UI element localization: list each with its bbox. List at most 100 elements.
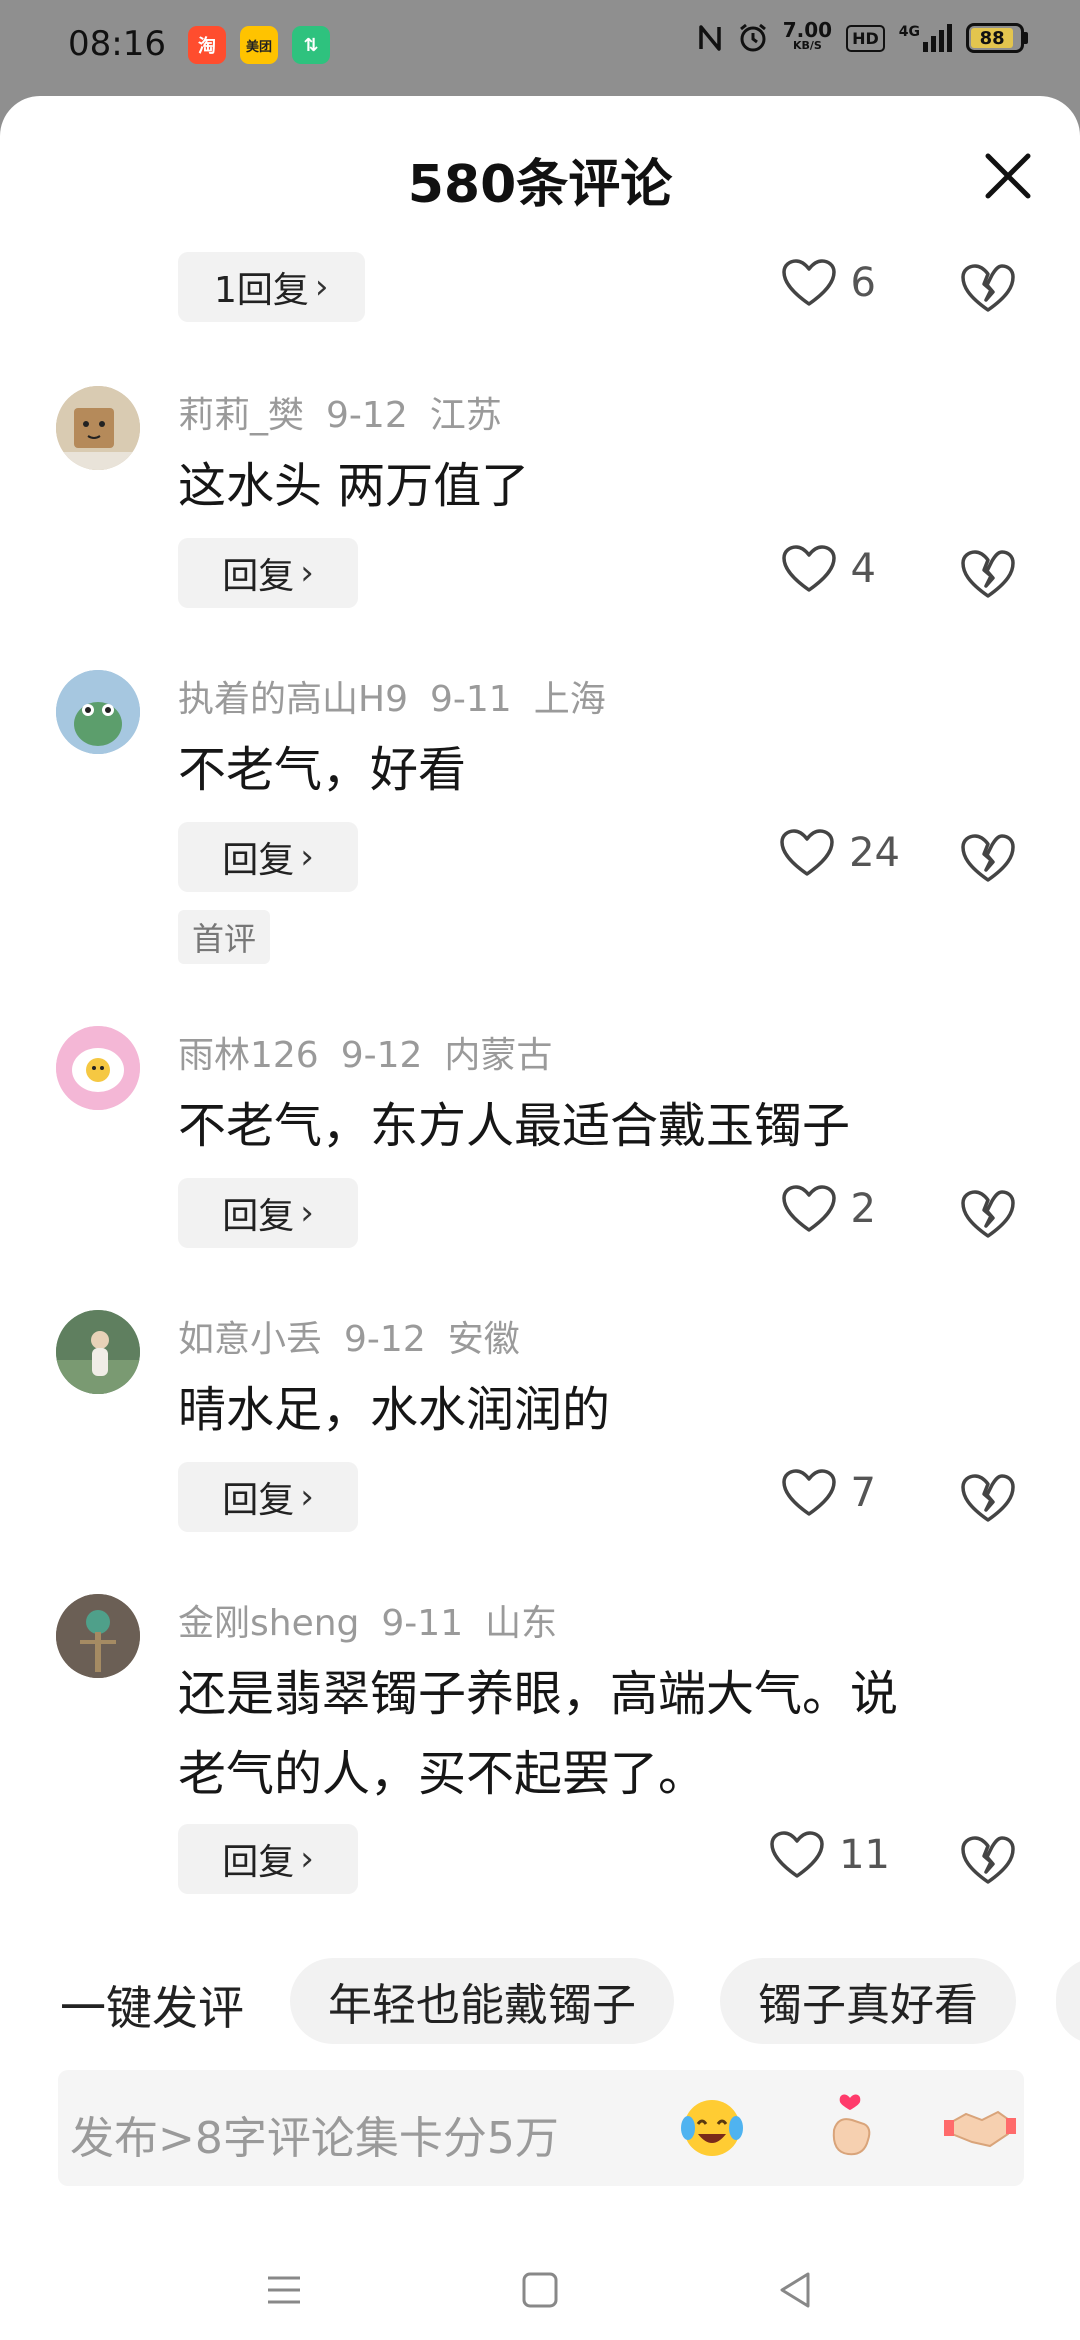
avatar[interactable]	[56, 670, 140, 754]
heart-icon[interactable]	[781, 258, 837, 308]
reply-button[interactable]: 1回复 ›	[178, 252, 365, 322]
back-icon[interactable]	[766, 2260, 826, 2320]
close-icon[interactable]	[978, 146, 1038, 206]
broken-heart-icon[interactable]	[960, 548, 1016, 600]
comment-meta: 莉莉_樊 9-12 江苏	[178, 386, 524, 438]
comment-date: 9-11	[381, 1603, 464, 1644]
comment-location: 上海	[533, 679, 606, 720]
heart-icon[interactable]	[781, 1184, 837, 1234]
battery-icon: 88	[966, 23, 1028, 53]
reply-button[interactable]: 回复 ›	[178, 1178, 358, 1248]
broken-heart-icon[interactable]	[960, 1188, 1016, 1240]
heart-icon[interactable]	[781, 544, 837, 594]
chevron-right-icon: ›	[300, 1193, 314, 1233]
like-count: 24	[849, 830, 900, 876]
like-group[interactable]: 4	[781, 544, 876, 594]
like-count: 7	[850, 1470, 876, 1516]
like-group[interactable]: 11	[769, 1830, 890, 1880]
comment-input[interactable]: 发布>8字评论集卡分5万	[58, 2070, 1024, 2186]
quick-comment-chip-partial[interactable]	[1056, 1958, 1080, 2044]
username[interactable]: 莉莉_樊	[178, 395, 304, 436]
laughing-crying-emoji[interactable]	[674, 2090, 750, 2166]
heart-icon[interactable]	[779, 828, 835, 878]
comment-text-line: 老气的人，买不起罢了。	[178, 1746, 707, 1802]
input-placeholder: 发布>8字评论集卡分5万	[70, 2113, 559, 2164]
reply-button[interactable]: 回复 ›	[178, 538, 358, 608]
broken-heart-icon[interactable]	[960, 262, 1016, 314]
comment-text: 还是翡翠镯子养眼，高端大气。说 老气的人，买不起罢了。	[178, 1654, 1008, 1814]
comment-location: 江苏	[429, 395, 502, 436]
chevron-right-icon: ›	[300, 553, 314, 593]
comment-location: 内蒙古	[444, 1035, 553, 1076]
comment-meta: 如意小丢 9-12 安徽	[178, 1310, 542, 1362]
comment-text: 不老气，好看	[178, 742, 467, 798]
like-count: 4	[850, 546, 876, 592]
like-count: 2	[850, 1186, 876, 1232]
handshake-emoji[interactable]	[942, 2090, 1018, 2166]
comment-location: 安徽	[447, 1319, 520, 1360]
comment-meta: 金刚sheng 9-11 山东	[178, 1594, 579, 1646]
transfer-icon: ⇅	[292, 26, 330, 64]
quick-comment-chip[interactable]: 镯子真好看	[720, 1958, 1016, 2044]
avatar[interactable]	[56, 1026, 140, 1110]
comment-text: 不老气，东方人最适合戴玉镯子	[178, 1098, 851, 1154]
broken-heart-icon[interactable]	[960, 1834, 1016, 1886]
quick-comment-row: 一键发评 年轻也能戴镯子 镯子真好看	[0, 1958, 1080, 2048]
like-group[interactable]: 2	[781, 1184, 876, 1234]
comment-meta: 雨林126 9-12 内蒙古	[178, 1026, 574, 1078]
reply-button[interactable]: 回复 ›	[178, 1462, 358, 1532]
home-icon[interactable]	[510, 2260, 570, 2320]
username[interactable]: 雨林126	[178, 1035, 319, 1076]
alarm-icon	[739, 23, 766, 52]
meituan-icon: 美团	[240, 26, 278, 64]
comment-date: 9-12	[344, 1319, 426, 1360]
chevron-right-icon: ›	[300, 837, 314, 877]
comment-date: 9-11	[429, 679, 512, 720]
comment-text: 晴水足，水水润润的	[178, 1382, 611, 1438]
taobao-icon: 淘	[188, 26, 226, 64]
nfc-icon	[698, 25, 721, 51]
avatar[interactable]	[56, 1594, 140, 1678]
reply-label: 回复	[222, 1480, 295, 1521]
heart-icon[interactable]	[769, 1830, 825, 1880]
finger-heart-emoji[interactable]	[812, 2090, 888, 2166]
menu-icon[interactable]	[254, 2260, 314, 2320]
comments-title: 580条评论	[407, 155, 673, 215]
navigation-bar	[0, 2240, 1080, 2340]
like-group[interactable]: 6	[781, 258, 876, 308]
broken-heart-icon[interactable]	[960, 1472, 1016, 1524]
comment-text: 这水头 两万值了	[178, 458, 530, 514]
like-group[interactable]: 24	[779, 828, 900, 878]
username[interactable]: 如意小丢	[178, 1319, 322, 1360]
chevron-right-icon: ›	[300, 1839, 314, 1879]
reply-label: 回复	[222, 840, 295, 881]
chevron-right-icon: ›	[314, 267, 329, 307]
comment-date: 9-12	[340, 1035, 423, 1076]
speed-value: 7.00	[782, 18, 833, 42]
first-comment-badge: 首评	[178, 910, 271, 964]
status-time: 08:16	[68, 24, 166, 64]
like-group[interactable]: 7	[781, 1468, 876, 1518]
status-bar: 08:16 淘 美团 ⇅ 7.00 KB/S HD 4G 88	[0, 0, 1080, 96]
battery-level: 88	[971, 28, 1014, 49]
sheet-header: 580条评论	[0, 96, 1080, 266]
comment-meta: 执着的高山H9 9-11 上海	[178, 670, 628, 722]
avatar[interactable]	[56, 386, 140, 470]
like-count: 11	[839, 1832, 890, 1878]
reply-label: 回复	[222, 1842, 295, 1883]
reply-button[interactable]: 回复 ›	[178, 1824, 358, 1894]
username[interactable]: 金刚sheng	[178, 1603, 359, 1644]
signal-icon: 4G	[899, 24, 952, 52]
status-indicators: 7.00 KB/S HD 4G 88	[697, 18, 1028, 54]
network-speed: 7.00 KB/S	[782, 18, 833, 54]
hd-badge: HD	[846, 24, 885, 52]
quick-comment-label: 一键发评	[60, 1981, 244, 2035]
username[interactable]: 执着的高山H9	[178, 679, 408, 720]
avatar[interactable]	[56, 1310, 140, 1394]
comment-text-line: 还是翡翠镯子养眼，高端大气。说	[178, 1666, 899, 1722]
heart-icon[interactable]	[781, 1468, 837, 1518]
reply-button[interactable]: 回复 ›	[178, 822, 358, 892]
comments-sheet: 580条评论 1回复 › 6 莉莉_樊 9-12 江苏 这水头 两万值了 回复 › 4 …	[0, 96, 1080, 2340]
quick-comment-chip[interactable]: 年轻也能戴镯子	[290, 1958, 674, 2044]
broken-heart-icon[interactable]	[960, 832, 1016, 884]
